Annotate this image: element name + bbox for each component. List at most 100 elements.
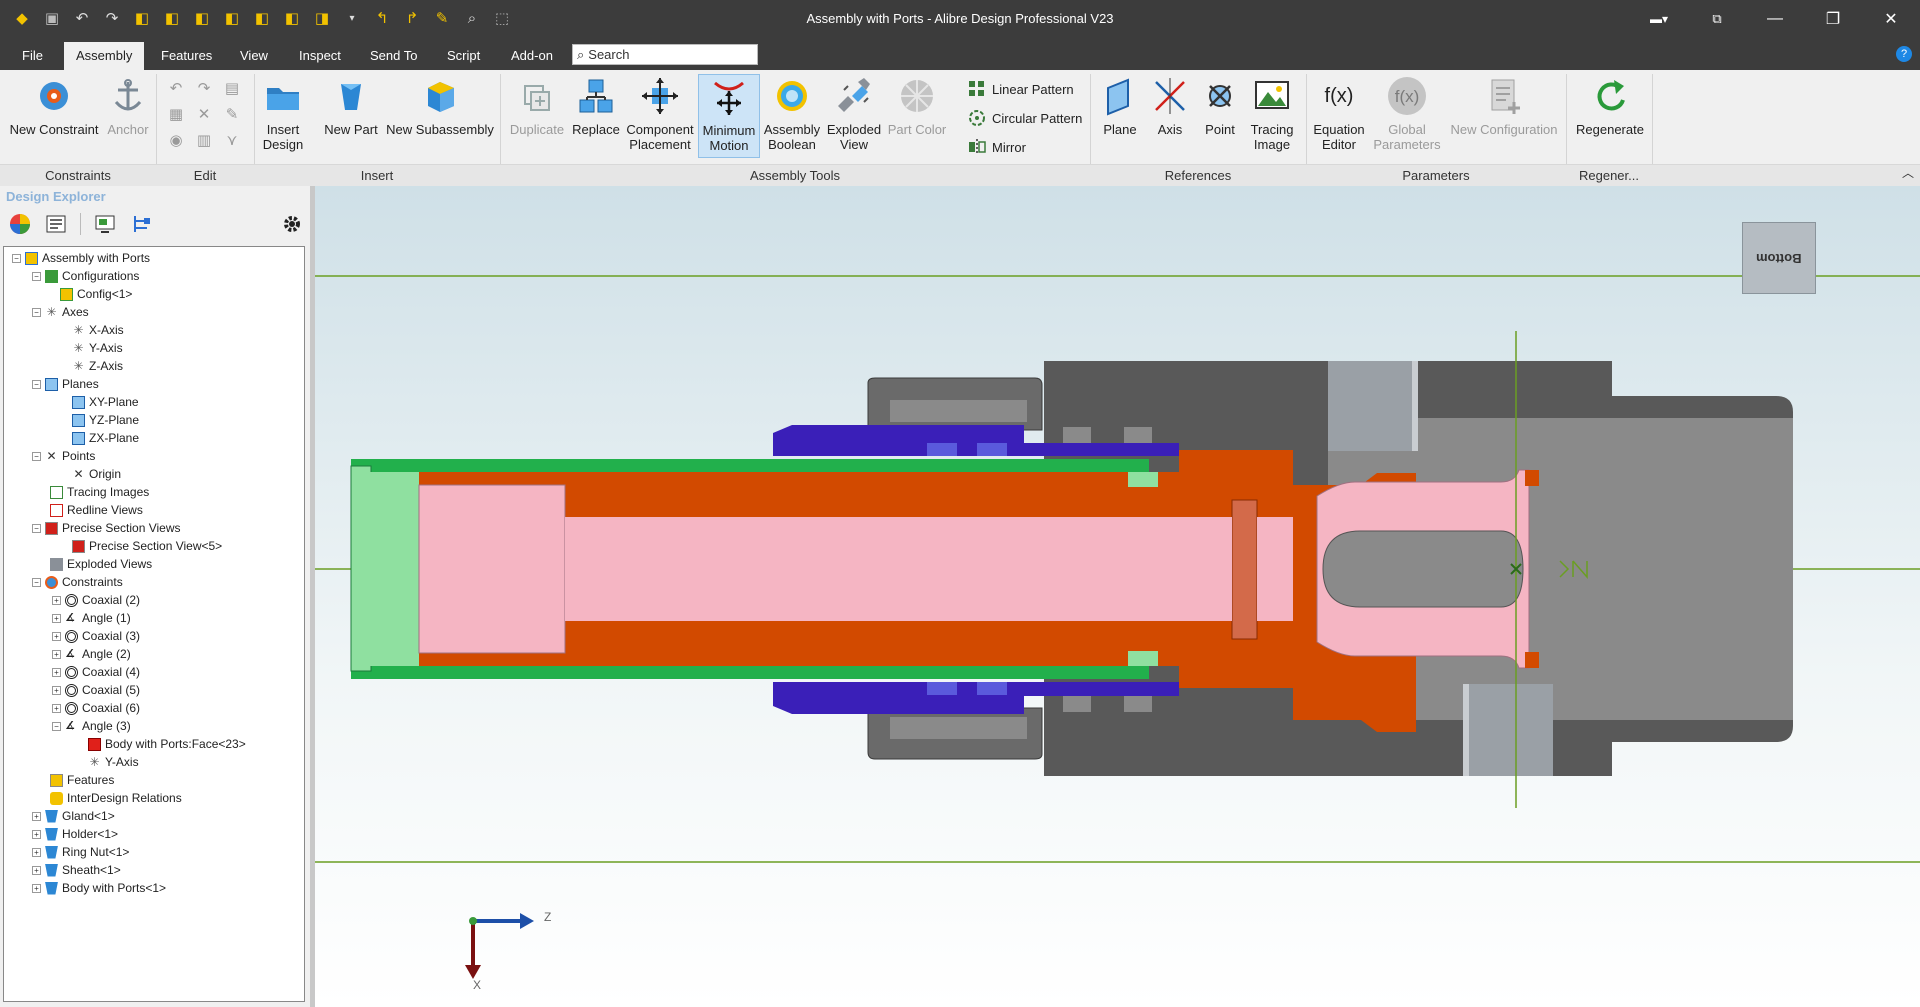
assembly-boolean-button[interactable]: Assembly Boolean <box>762 76 822 152</box>
collapse-toggle[interactable]: − <box>52 721 61 731</box>
tree-node-body-with-ports[interactable]: + Body with Ports<1> <box>32 879 166 897</box>
split-icon[interactable]: ⋎ <box>222 130 242 150</box>
expand-toggle[interactable]: + <box>52 613 61 623</box>
collapse-toggle[interactable]: − <box>32 523 41 533</box>
tree-node-points[interactable]: − ✕ Points <box>32 447 95 465</box>
duplicate-button[interactable]: Duplicate <box>508 76 566 137</box>
properties-list-icon[interactable] <box>44 212 68 236</box>
tab-add-on[interactable]: Add-on <box>499 42 565 70</box>
collapse-toggle[interactable]: − <box>32 271 41 281</box>
edit-icon[interactable]: ✎ <box>222 104 242 124</box>
tab-send-to[interactable]: Send To <box>358 42 429 70</box>
visibility-icon[interactable]: ◉ <box>166 130 186 150</box>
tree-node-tracing-images[interactable]: Tracing Images <box>50 483 149 501</box>
new-configuration-button[interactable]: New Configuration <box>1448 76 1560 137</box>
tab-inspect[interactable]: Inspect <box>287 42 353 70</box>
minimum-motion-button[interactable]: Minimum Motion <box>698 74 760 158</box>
tree-node-angle-y-axis[interactable]: ✳ Y-Axis <box>88 753 138 771</box>
tree-node-interdesign-relations[interactable]: InterDesign Relations <box>50 789 182 807</box>
restore-layout-icon[interactable]: ⧉ <box>1688 0 1746 38</box>
display-panel-icon[interactable] <box>93 212 117 236</box>
tree-node-body-face[interactable]: Body with Ports:Face<23> <box>88 735 246 753</box>
display-options-icon[interactable]: ▬▾ <box>1630 0 1688 38</box>
global-parameters-button[interactable]: f(x) Global Parameters <box>1370 76 1444 152</box>
collapse-toggle[interactable]: − <box>32 451 41 461</box>
equation-editor-button[interactable]: f(x) Equation Editor <box>1312 76 1366 153</box>
collapse-ribbon-icon[interactable]: ︿ <box>1902 164 1914 181</box>
tree-node-angle-1[interactable]: + ∡ Angle (1) <box>52 609 131 627</box>
insert-design-button[interactable]: Insert Design <box>260 76 306 152</box>
tracing-image-button[interactable]: Tracing Image <box>1244 76 1300 152</box>
tree-node-coaxial-2[interactable]: + Coaxial (2) <box>52 591 140 609</box>
linear-pattern-button[interactable]: Linear Pattern <box>968 80 1074 98</box>
expand-toggle[interactable]: + <box>52 685 61 695</box>
tab-script[interactable]: Script <box>435 42 492 70</box>
tree-node-configurations[interactable]: − Configurations <box>32 267 139 285</box>
3d-viewport[interactable]: Z X Bottom <box>315 186 1920 1007</box>
axis-button[interactable]: Axis <box>1148 76 1192 137</box>
tree-node-x-axis[interactable]: ✳ X-Axis <box>72 321 123 339</box>
help-icon[interactable]: ? <box>1896 46 1912 62</box>
point-button[interactable]: Point <box>1198 76 1242 137</box>
tree-node-origin[interactable]: ✕ Origin <box>72 465 121 483</box>
collapse-toggle[interactable]: − <box>12 253 21 263</box>
tree-node-precise-section-views[interactable]: − Precise Section Views <box>32 519 181 537</box>
tree-node-sheath[interactable]: + Sheath<1> <box>32 861 121 879</box>
tree-node-coaxial-3[interactable]: + Coaxial (3) <box>52 627 140 645</box>
collapse-toggle[interactable]: − <box>32 307 41 317</box>
tab-file[interactable]: File <box>10 42 55 70</box>
expand-toggle[interactable]: + <box>52 703 61 713</box>
tree-node-zx-plane[interactable]: ZX-Plane <box>72 429 139 447</box>
expand-toggle[interactable]: + <box>52 667 61 677</box>
tree-node-redline-views[interactable]: Redline Views <box>50 501 143 519</box>
minimize-button[interactable]: — <box>1746 0 1804 38</box>
redo-icon[interactable]: ↷ <box>194 78 214 98</box>
tree-node-exploded-views[interactable]: Exploded Views <box>50 555 152 573</box>
tree-node-xy-plane[interactable]: XY-Plane <box>72 393 139 411</box>
expand-toggle[interactable]: + <box>32 883 41 893</box>
expand-toggle[interactable]: + <box>32 829 41 839</box>
tree-node-axes[interactable]: − ✳ Axes <box>32 303 89 321</box>
tree-node-y-axis[interactable]: ✳ Y-Axis <box>72 339 122 357</box>
tree-node-coaxial-5[interactable]: + Coaxial (5) <box>52 681 140 699</box>
regenerate-button[interactable]: Regenerate <box>1572 76 1648 137</box>
color-wheel-icon[interactable] <box>8 212 32 236</box>
tree-node-coaxial-6[interactable]: + Coaxial (6) <box>52 699 140 717</box>
tree-node-constraints[interactable]: − Constraints <box>32 573 123 591</box>
copy-icon[interactable]: ▦ <box>166 104 186 124</box>
expand-toggle[interactable]: + <box>32 865 41 875</box>
delete-icon[interactable]: ✕ <box>194 104 214 124</box>
expand-toggle[interactable]: + <box>32 847 41 857</box>
tab-assembly[interactable]: Assembly <box>64 42 145 70</box>
tree-node-yz-plane[interactable]: YZ-Plane <box>72 411 139 429</box>
expand-toggle[interactable]: + <box>52 631 61 641</box>
settings-gear-icon[interactable] <box>280 212 304 236</box>
tree-node-config[interactable]: Config<1> <box>60 285 132 303</box>
tree-node-coaxial-4[interactable]: + Coaxial (4) <box>52 663 140 681</box>
tree-node-gland[interactable]: + Gland<1> <box>32 807 115 825</box>
search-box[interactable]: ⌕ Search <box>572 44 758 65</box>
tree-node-planes[interactable]: − Planes <box>32 375 99 393</box>
part-color-button[interactable]: Part Color <box>886 76 948 137</box>
anchor-button[interactable]: Anchor <box>104 76 152 137</box>
circular-pattern-button[interactable]: Circular Pattern <box>968 109 1082 127</box>
tree-node-holder[interactable]: + Holder<1> <box>32 825 118 843</box>
view-cube[interactable]: Bottom <box>1742 222 1816 294</box>
tree-node-z-axis[interactable]: ✳ Z-Axis <box>72 357 123 375</box>
tree-node-angle-3[interactable]: − ∡ Angle (3) <box>52 717 131 735</box>
tree-node-root[interactable]: − Assembly with Ports <box>12 249 150 267</box>
component-placement-button[interactable]: Component Placement <box>626 76 694 152</box>
properties-icon[interactable]: ▤ <box>222 78 242 98</box>
expand-toggle[interactable]: + <box>52 649 61 659</box>
tree-structure-icon[interactable] <box>129 212 153 236</box>
new-part-button[interactable]: New Part <box>320 76 382 137</box>
expand-toggle[interactable]: + <box>32 811 41 821</box>
tab-features[interactable]: Features <box>149 42 224 70</box>
maximize-button[interactable]: ❐ <box>1804 0 1862 38</box>
tree-node-angle-2[interactable]: + ∡ Angle (2) <box>52 645 131 663</box>
new-subassembly-button[interactable]: New Subassembly <box>384 76 496 137</box>
collapse-toggle[interactable]: − <box>32 577 41 587</box>
exploded-view-button[interactable]: Exploded View <box>824 76 884 152</box>
suppress-icon[interactable]: ▥ <box>194 130 214 150</box>
plane-button[interactable]: Plane <box>1098 76 1142 137</box>
